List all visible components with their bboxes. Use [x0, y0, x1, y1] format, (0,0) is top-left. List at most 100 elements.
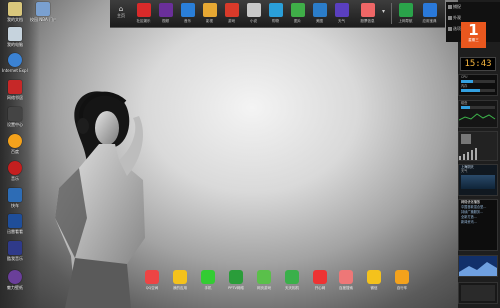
dock-app-icon — [367, 270, 381, 284]
weather-graphic — [461, 175, 495, 189]
desktop-wallpaper — [0, 0, 458, 308]
toolbar-app-icon — [334, 3, 349, 17]
desktop-icon-kuwo[interactable]: 酷我音乐 — [2, 241, 28, 261]
document-icon — [36, 2, 50, 16]
download-icon — [8, 188, 22, 202]
network-icon — [8, 80, 22, 94]
desktop-icon-my-computer[interactable]: 我的电脑 — [2, 27, 28, 47]
disk-graph — [458, 113, 496, 121]
player-icon — [8, 241, 22, 255]
dock-item[interactable]: 开心网 — [308, 270, 332, 291]
dock-item[interactable]: 我的应用 — [168, 270, 192, 291]
dock-item[interactable]: 微信 — [362, 270, 386, 291]
toolbar-app-icon — [246, 3, 261, 17]
calendar-widget[interactable]: 1 星期三 — [461, 22, 486, 48]
dock-item[interactable]: 天天相机 — [280, 270, 304, 291]
toolbar-item[interactable]: 音乐 — [178, 3, 197, 24]
menu-bullet-icon — [448, 16, 452, 20]
avatar — [461, 134, 471, 144]
menu-bullet-icon — [448, 27, 452, 31]
theme-icon — [8, 270, 22, 284]
music-icon — [8, 161, 22, 175]
dock-app-icon — [313, 270, 327, 284]
system-monitor-widget: CPU 内存 — [458, 74, 498, 96]
dock-app-icon — [339, 270, 353, 284]
toolbar-app-icon — [202, 3, 217, 17]
dock-app-icon — [257, 270, 271, 284]
photo-widget[interactable] — [458, 255, 498, 277]
dock-app-icon — [285, 270, 299, 284]
toolbar-item[interactable]: 视频 — [156, 3, 175, 24]
disk-bar-fill — [461, 106, 470, 109]
desktop-icon-my-documents[interactable]: 我的文档 — [2, 2, 28, 22]
mem-bar-fill — [461, 89, 480, 92]
menu-bullet-icon — [448, 5, 452, 9]
folder-icon — [8, 2, 22, 16]
toolbar-item[interactable]: 图片 — [288, 3, 307, 24]
news-widget[interactable]: 网络优化播放 中国首款混合型... 持续广播服务... 全新打造... 新闻资讯… — [458, 199, 498, 251]
toolbar-home-button[interactable]: ⌂ 主页 — [112, 5, 130, 21]
dock-app-icon — [229, 270, 243, 284]
toolbar-item[interactable]: 天气 — [332, 3, 351, 24]
dock-item[interactable]: 手机 — [196, 270, 220, 291]
paw-icon — [8, 134, 22, 148]
photo-image — [459, 256, 497, 276]
desktop-icon-wallpaper[interactable]: 魅力壁纸 — [2, 270, 28, 290]
cpu-bar — [461, 80, 495, 83]
toolbar-app-icon — [268, 3, 283, 17]
desktop-icon-nba[interactable]: 校园 NBA 门户 — [30, 2, 56, 22]
wallpaper-figure — [55, 91, 145, 308]
desktop-icon-xunlei[interactable]: 迅雷看看 — [2, 214, 28, 234]
toolbar-item[interactable]: 美图 — [310, 3, 329, 24]
disk-widget: 磁盘 — [458, 100, 498, 128]
toolbar-item[interactable]: 应用宝典 — [420, 3, 439, 24]
mini-widget-body — [461, 285, 495, 301]
menu-item-capture[interactable]: 捕捉 — [448, 4, 461, 10]
mini-widget — [458, 282, 498, 304]
toolbar-item[interactable]: 购物 — [266, 3, 285, 24]
toolbar-app-icon — [312, 3, 327, 17]
dock-app-icon — [395, 270, 409, 284]
toolbar-app-icon — [360, 3, 375, 17]
clock-widget: 15:43 — [460, 57, 496, 71]
dock-item[interactable]: 网页游戏 — [252, 270, 276, 291]
dock-item[interactable]: PPTV网络 — [224, 270, 248, 291]
toolbar-more-arrow-icon[interactable]: ▾ — [382, 8, 385, 15]
dock-app-icon — [201, 270, 215, 284]
toolbar-item[interactable]: 股票信息 — [358, 3, 377, 24]
toolbar-item[interactable]: 社区娱乐 — [134, 3, 153, 24]
toolbar-item[interactable]: 游戏 — [222, 3, 241, 24]
desktop-icon-baidu[interactable]: 百度 — [2, 134, 28, 154]
desktop-icon-flashget[interactable]: 快车 — [2, 188, 28, 208]
home-icon: ⌂ — [118, 5, 124, 13]
desktop-icon-settings[interactable]: 设置中心 — [2, 107, 28, 127]
toolbar-app-icon — [422, 3, 437, 17]
menu-item-options[interactable]: 选项 — [448, 26, 461, 32]
toolbar-item[interactable]: 影视 — [200, 3, 219, 24]
desktop-icon-ie[interactable]: Internet Explorer — [2, 53, 28, 73]
dock-item[interactable]: 百度搜索 — [334, 270, 358, 291]
toolbar-app-icon — [158, 3, 173, 17]
toolbar-divider — [391, 3, 392, 24]
dock-app-icon — [145, 270, 159, 284]
toolbar-app-icon — [180, 3, 195, 17]
toolbar-app-icon — [398, 3, 413, 17]
toolbar-item[interactable]: 上网导航 — [396, 3, 415, 24]
weather-widget[interactable]: 上海阴天 天气 — [458, 164, 498, 196]
toolbar-item[interactable]: 小说 — [244, 3, 263, 24]
top-toolbar: ⌂ 主页 社区娱乐 视频 音乐 影视 游戏 小说 购物 图片 美图 天气 股票信… — [110, 0, 445, 28]
video-icon — [8, 214, 22, 228]
profile-widget — [458, 131, 498, 161]
internet-explorer-icon — [8, 53, 22, 67]
toolbar-app-icon — [290, 3, 305, 17]
toolbar-app-icon — [136, 3, 151, 17]
dock-item[interactable]: 自行车 — [390, 270, 414, 291]
mem-bar — [461, 89, 495, 92]
dock-item[interactable]: QQ空间 — [140, 270, 164, 291]
desktop-icon-music[interactable]: 音乐 — [2, 161, 28, 181]
desktop-icon-network[interactable]: 网络邻居 — [2, 80, 28, 100]
dock-app-icon — [173, 270, 187, 284]
menu-item-appearance[interactable]: 外观 — [448, 15, 461, 21]
signal-graph — [459, 148, 477, 160]
settings-icon — [8, 107, 22, 121]
